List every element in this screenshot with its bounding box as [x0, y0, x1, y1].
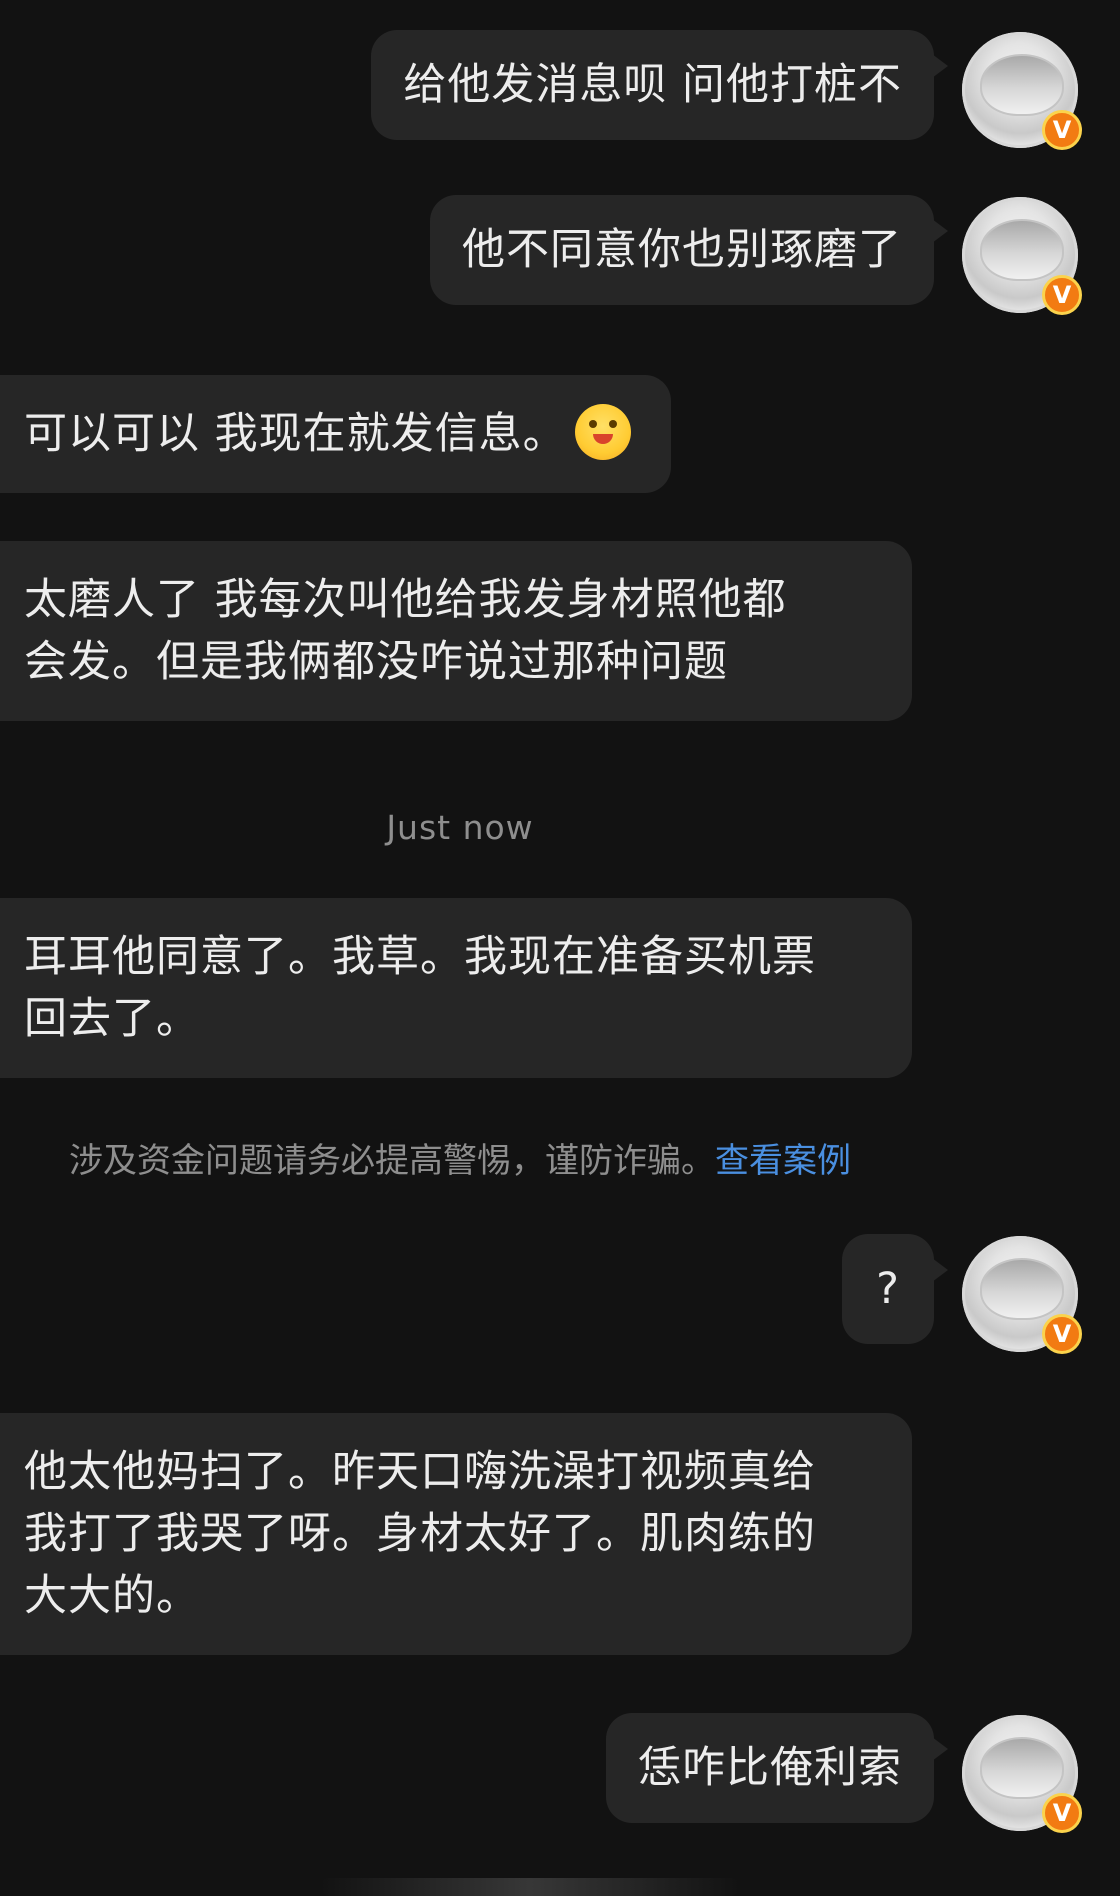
verified-badge-icon: V — [1042, 1314, 1082, 1354]
fraud-warning-notice: 涉及资金问题请务必提高警惕，谨防诈骗。查看案例 — [0, 1133, 920, 1182]
message-bubble-outgoing[interactable]: 给他发消息呗 问他打桩不 — [371, 30, 948, 140]
message-line: 我打了我哭了呀。身材太好了。肌肉练的 — [24, 1509, 816, 1559]
message-bubble-outgoing[interactable]: 他不同意你也别琢磨了 — [430, 195, 948, 305]
message-text: 他不同意你也别琢磨了 — [462, 225, 902, 275]
user-avatar[interactable]: V — [962, 1236, 1082, 1354]
message-text: ? — [876, 1264, 900, 1314]
user-avatar[interactable]: V — [962, 197, 1082, 315]
bottom-fade-divider — [320, 1878, 740, 1896]
verified-badge-icon: V — [1042, 275, 1082, 315]
message-bubble-outgoing[interactable]: 恁咋比俺利索 — [606, 1713, 948, 1823]
message-bubble-outgoing[interactable]: ? — [842, 1234, 948, 1344]
fraud-warning-text: 涉及资金问题请务必提高警惕，谨防诈骗。 — [69, 1141, 715, 1181]
message-line: 会发。但是我俩都没咋说过那种问题 — [24, 637, 728, 687]
bowl-icon — [980, 1258, 1064, 1320]
verified-badge-icon: V — [1042, 1793, 1082, 1833]
bowl-icon — [980, 1737, 1064, 1799]
message-bubble-incoming[interactable]: 他太他妈扫了。昨天口嗨洗澡打视频真给 我打了我哭了呀。身材太好了。肌肉练的 大大… — [0, 1413, 912, 1655]
message-bubble-incoming[interactable]: 可以可以 我现在就发信息。 — [0, 375, 671, 493]
verified-badge-icon: V — [1042, 110, 1082, 150]
message-line: 他太他妈扫了。昨天口嗨洗澡打视频真给 — [24, 1447, 816, 1497]
message-text: 可以可以 我现在就发信息。 — [24, 409, 567, 459]
hugging-face-emoji-icon — [574, 404, 631, 460]
message-timestamp: Just now — [386, 808, 534, 847]
message-text: 恁咋比俺利索 — [638, 1743, 902, 1793]
view-cases-link[interactable]: 查看案例 — [715, 1141, 851, 1181]
message-bubble-incoming[interactable]: 太磨人了 我每次叫他给我发身材照他都 会发。但是我俩都没咋说过那种问题 — [0, 541, 912, 721]
message-text: 给他发消息呗 问他打桩不 — [403, 60, 902, 110]
message-bubble-incoming[interactable]: 耳耳他同意了。我草。我现在准备买机票 回去了。 — [0, 898, 912, 1078]
user-avatar[interactable]: V — [962, 32, 1082, 150]
message-line: 回去了。 — [24, 994, 200, 1044]
message-line: 耳耳他同意了。我草。我现在准备买机票 — [24, 932, 816, 982]
user-avatar[interactable]: V — [962, 1715, 1082, 1833]
chat-thread[interactable]: 给他发消息呗 问他打桩不 V 他不同意你也别琢磨了 V 可以可以 我现在就发信息… — [0, 0, 1120, 1896]
message-line: 大大的。 — [24, 1571, 200, 1621]
message-line: 太磨人了 我每次叫他给我发身材照他都 — [24, 575, 787, 625]
bowl-icon — [980, 219, 1064, 281]
bowl-icon — [980, 54, 1064, 116]
